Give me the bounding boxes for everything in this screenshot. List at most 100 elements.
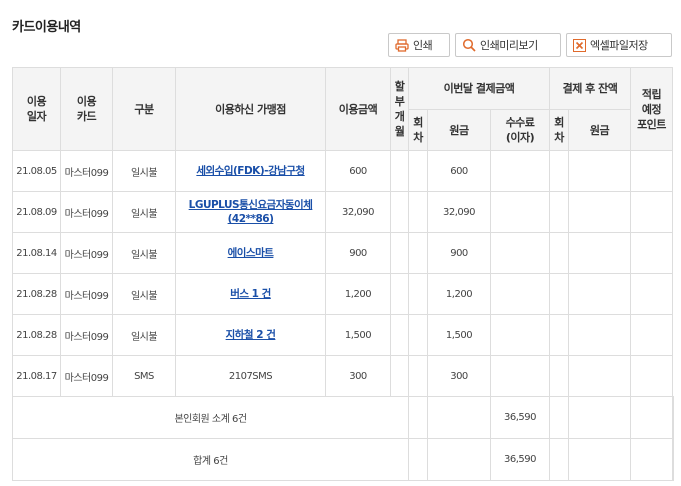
header-type: 구분 xyxy=(112,67,176,151)
header-after-balance: 결제 후 잔액 xyxy=(549,67,631,110)
merchant-link[interactable]: 버스 1 건 xyxy=(230,288,271,300)
payment-type: 일시불 xyxy=(112,232,176,274)
payment-type: 일시불 xyxy=(112,273,176,315)
print-label: 인쇄 xyxy=(413,39,433,52)
usage-amount: 600 xyxy=(325,150,391,192)
usage-amount: 300 xyxy=(325,355,391,397)
merchant-cell: 에이스마트 xyxy=(175,232,326,274)
header-points: 적립 예정 포인트 xyxy=(630,67,673,151)
header-this-month: 이번달 결제금액 xyxy=(408,67,550,110)
balance-principal xyxy=(568,273,631,315)
merchant-link[interactable]: 세외수입(FDK)-강남구청 xyxy=(196,165,305,177)
header-card: 이용 카드 xyxy=(60,67,113,151)
header-points-text: 적립 예정 포인트 xyxy=(637,87,666,131)
usage-amount: 32,090 xyxy=(325,191,391,233)
reward-points xyxy=(630,355,673,397)
merchant-link[interactable]: 지하철 2 건 xyxy=(226,329,276,341)
merchant-link[interactable]: LGUPLUS통신요금자동이체(42**86) xyxy=(189,199,313,225)
installment-months xyxy=(390,191,409,233)
card-name: 마스터099 xyxy=(60,314,113,356)
payment-principal: 900 xyxy=(427,232,491,274)
payment-principal: 300 xyxy=(427,355,491,397)
installment-months xyxy=(390,273,409,315)
header-installment: 할부개월 xyxy=(390,67,409,151)
payment-type: SMS xyxy=(112,355,176,397)
subtotal-row-balance-round xyxy=(568,396,631,439)
printer-icon xyxy=(395,38,409,52)
total-row-round xyxy=(427,438,491,481)
balance-round xyxy=(549,355,569,397)
balance-principal xyxy=(568,150,631,192)
reward-points xyxy=(630,314,673,356)
total-row-balance-principal xyxy=(630,438,673,481)
payment-round xyxy=(408,355,428,397)
balance-principal xyxy=(568,232,631,274)
balance-principal xyxy=(568,314,631,356)
payment-type: 일시불 xyxy=(112,191,176,233)
payment-principal: 1,200 xyxy=(427,273,491,315)
payment-round xyxy=(408,191,428,233)
payment-type: 일시불 xyxy=(112,314,176,356)
usage-amount: 1,200 xyxy=(325,273,391,315)
payment-type: 일시불 xyxy=(112,150,176,192)
table-row: 21.08.17 마스터099 SMS 2107SMS 300 300 xyxy=(12,355,674,397)
payment-fee xyxy=(490,273,550,315)
usage-date: 21.08.05 xyxy=(12,150,61,192)
merchant-cell: 2107SMS xyxy=(175,355,326,397)
total-row-installment xyxy=(408,438,428,481)
subtotal-row-points xyxy=(672,396,674,439)
payment-principal: 32,090 xyxy=(427,191,491,233)
subtotal-row-label: 본인회원 소계 6건 xyxy=(12,396,409,439)
card-name: 마스터099 xyxy=(60,150,113,192)
header-merchant: 이용하신 가맹점 xyxy=(175,67,326,151)
total-row-principal: 36,590 xyxy=(490,438,550,481)
print-button[interactable]: 인쇄 xyxy=(388,33,450,57)
card-name: 마스터099 xyxy=(60,232,113,274)
subtotal-row-fee xyxy=(549,396,569,439)
header-principal: 원금 xyxy=(427,109,491,151)
payment-principal: 1,500 xyxy=(427,314,491,356)
total-row: 합계 6건 36,590 xyxy=(12,438,674,481)
payment-round xyxy=(408,232,428,274)
header-round: 회차 xyxy=(408,109,428,151)
header-round-text: 회차 xyxy=(413,116,423,144)
excel-save-button[interactable]: 엑셀파일저장 xyxy=(566,33,672,57)
installment-months xyxy=(390,355,409,397)
header-principal-after: 원금 xyxy=(568,109,631,151)
header-date-text: 이용 일자 xyxy=(26,95,47,123)
balance-round xyxy=(549,191,569,233)
total-row-balance-round xyxy=(568,438,631,481)
installment-months xyxy=(390,150,409,192)
usage-date: 21.08.17 xyxy=(12,355,61,397)
balance-round xyxy=(549,232,569,274)
card-name: 마스터099 xyxy=(60,191,113,233)
usage-date: 21.08.28 xyxy=(12,273,61,315)
total-row-points xyxy=(672,438,674,481)
header-fee: 수수료 (이자) xyxy=(490,109,550,151)
payment-fee xyxy=(490,355,550,397)
usage-date: 21.08.28 xyxy=(12,314,61,356)
payment-fee xyxy=(490,191,550,233)
print-preview-label: 인쇄미리보기 xyxy=(480,39,538,52)
subtotal-row: 본인회원 소계 6건 36,590 xyxy=(12,396,674,439)
table-row: 21.08.14 마스터099 일시불 에이스마트 900 900 xyxy=(12,232,674,274)
usage-date: 21.08.14 xyxy=(12,232,61,274)
table-row: 21.08.09 마스터099 일시불 LGUPLUS통신요금자동이체(42**86)… xyxy=(12,191,674,233)
payment-round xyxy=(408,273,428,315)
payment-fee xyxy=(490,232,550,274)
merchant-cell: 지하철 2 건 xyxy=(175,314,326,356)
excel-save-label: 엑셀파일저장 xyxy=(590,39,648,52)
installment-months xyxy=(390,314,409,356)
header-fee-text: 수수료 (이자) xyxy=(505,116,535,144)
payment-fee xyxy=(490,314,550,356)
payment-round xyxy=(408,314,428,356)
balance-principal xyxy=(568,191,631,233)
merchant-link[interactable]: 에이스마트 xyxy=(228,247,274,259)
usage-amount: 1,500 xyxy=(325,314,391,356)
print-preview-button[interactable]: 인쇄미리보기 xyxy=(455,33,561,57)
total-row-fee xyxy=(549,438,569,481)
header-amount: 이용금액 xyxy=(325,67,391,151)
merchant-cell: LGUPLUS통신요금자동이체(42**86) xyxy=(175,191,326,233)
page-title: 카드이용내역 xyxy=(12,20,81,35)
subtotal-row-round xyxy=(427,396,491,439)
